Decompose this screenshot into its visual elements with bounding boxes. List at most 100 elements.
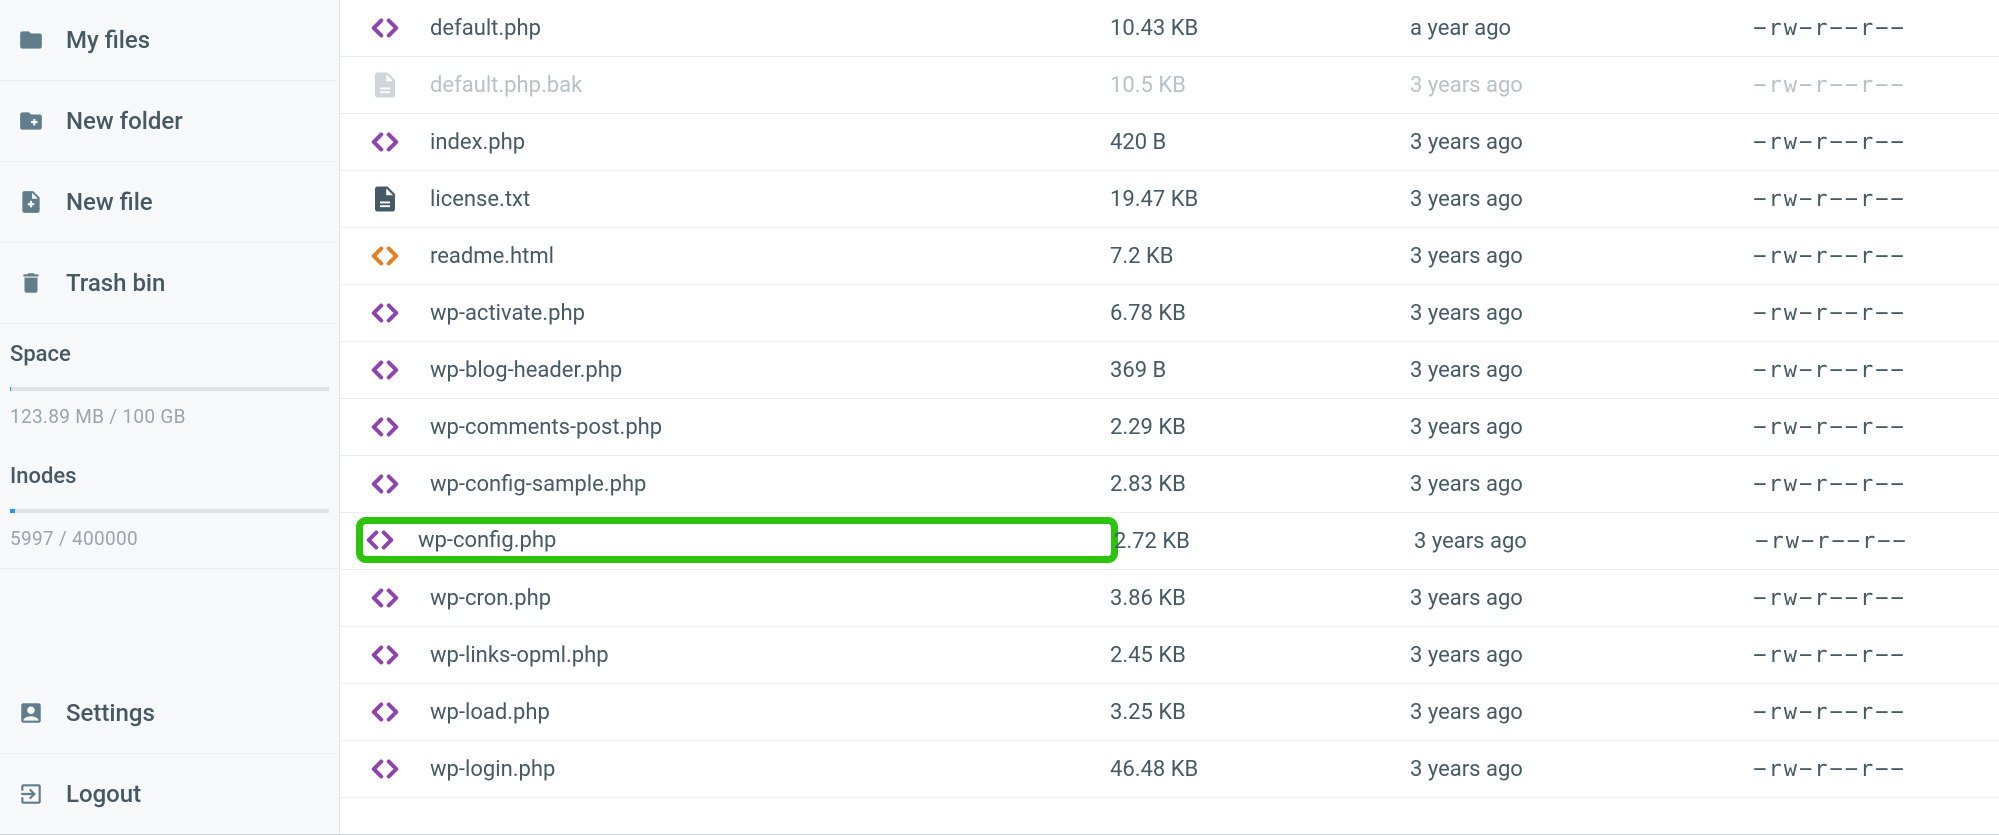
file-row[interactable]: readme.html7.2 KB3 years ago−rw−r−−r−−	[340, 228, 1999, 285]
settings-icon	[18, 700, 44, 726]
file-size: 7.2 KB	[1110, 244, 1410, 269]
file-date: 3 years ago	[1410, 700, 1710, 725]
code-icon	[340, 127, 430, 157]
sidebar-item-label: Trash bin	[66, 269, 165, 297]
sidebar-item-logout[interactable]: Logout	[0, 754, 339, 834]
code-icon	[340, 13, 430, 43]
file-permissions: −rw−r−−r−−	[1710, 301, 1949, 326]
trash-icon	[18, 270, 44, 296]
file-name: wp-comments-post.php	[430, 415, 1110, 440]
file-row[interactable]: license.txt19.47 KB3 years ago−rw−r−−r−−	[340, 171, 1999, 228]
file-row[interactable]: wp-login.php46.48 KB3 years ago−rw−r−−r−…	[340, 741, 1999, 798]
file-row[interactable]: wp-load.php3.25 KB3 years ago−rw−r−−r−−	[340, 684, 1999, 741]
file-icon	[340, 70, 430, 100]
file-permissions: −rw−r−−r−−	[1710, 244, 1949, 269]
file-row[interactable]: index.php420 B3 years ago−rw−r−−r−−	[340, 114, 1999, 171]
file-date: 3 years ago	[1410, 187, 1710, 212]
file-row[interactable]: wp-config-sample.php2.83 KB3 years ago−r…	[340, 456, 1999, 513]
sidebar: My files New folder New file Trash bin S…	[0, 0, 340, 834]
file-row[interactable]: wp-activate.php6.78 KB3 years ago−rw−r−−…	[340, 285, 1999, 342]
space-heading: Space	[0, 324, 339, 373]
file-size: 2.45 KB	[1110, 643, 1410, 668]
new-folder-icon	[18, 108, 44, 134]
sidebar-item-new-folder[interactable]: New folder	[0, 81, 339, 162]
file-row[interactable]: wp-blog-header.php369 B3 years ago−rw−r−…	[340, 342, 1999, 399]
file-name: wp-config.php	[418, 528, 1098, 553]
file-date: 3 years ago	[1410, 643, 1710, 668]
file-permissions: −rw−r−−r−−	[1710, 643, 1949, 668]
file-row[interactable]: default.php10.43 KBa year ago−rw−r−−r−−	[340, 0, 1999, 57]
code-icon	[340, 241, 430, 271]
file-size: 3.25 KB	[1110, 700, 1410, 725]
file-name: default.php.bak	[430, 73, 1110, 98]
code-icon	[340, 583, 430, 613]
file-permissions: −rw−r−−r−−	[1710, 16, 1949, 41]
space-meter	[10, 387, 329, 391]
folder-icon	[18, 27, 44, 53]
space-value: 123.89 MB / 100 GB	[0, 395, 339, 446]
file-date: 3 years ago	[1410, 73, 1710, 98]
file-permissions: −rw−r−−r−−	[1710, 757, 1949, 782]
file-size: 2.72 KB	[1114, 529, 1414, 554]
file-permissions: −rw−r−−r−−	[1710, 586, 1949, 611]
file-row[interactable]: wp-config.php 2.72 KB3 years ago−rw−r−−r−…	[340, 513, 1999, 570]
file-name: wp-login.php	[430, 757, 1110, 782]
sidebar-item-new-file[interactable]: New file	[0, 162, 339, 243]
file-date: 3 years ago	[1410, 244, 1710, 269]
file-name: wp-config-sample.php	[430, 472, 1110, 497]
file-date: a year ago	[1410, 16, 1710, 41]
file-row[interactable]: wp-cron.php3.86 KB3 years ago−rw−r−−r−−	[340, 570, 1999, 627]
file-date: 3 years ago	[1410, 301, 1710, 326]
file-date: 3 years ago	[1410, 130, 1710, 155]
file-name: wp-blog-header.php	[430, 358, 1110, 383]
code-icon	[340, 469, 430, 499]
file-name: wp-activate.php	[430, 301, 1110, 326]
sidebar-item-label: Settings	[66, 699, 155, 727]
sidebar-item-trash-bin[interactable]: Trash bin	[0, 243, 339, 324]
file-date: 3 years ago	[1410, 586, 1710, 611]
app-root: My files New folder New file Trash bin S…	[0, 0, 1999, 835]
file-row[interactable]: default.php.bak10.5 KB3 years ago−rw−r−−…	[340, 57, 1999, 114]
inodes-heading: Inodes	[0, 446, 339, 495]
file-name: default.php	[430, 16, 1110, 41]
file-permissions: −rw−r−−r−−	[1710, 130, 1949, 155]
highlighted-file: wp-config.php	[360, 521, 1114, 559]
sidebar-item-label: My files	[66, 26, 150, 54]
file-size: 19.47 KB	[1110, 187, 1410, 212]
file-size: 10.5 KB	[1110, 73, 1410, 98]
file-name: wp-links-opml.php	[430, 643, 1110, 668]
file-date: 3 years ago	[1410, 757, 1710, 782]
file-permissions: −rw−r−−r−−	[1710, 700, 1949, 725]
code-icon	[340, 697, 430, 727]
file-permissions: −rw−r−−r−−	[1714, 529, 1949, 554]
file-permissions: −rw−r−−r−−	[1710, 415, 1949, 440]
file-name: wp-cron.php	[430, 586, 1110, 611]
code-icon	[340, 355, 430, 385]
new-file-icon	[18, 189, 44, 215]
file-permissions: −rw−r−−r−−	[1710, 187, 1949, 212]
file-name: wp-load.php	[430, 700, 1110, 725]
file-size: 2.29 KB	[1110, 415, 1410, 440]
code-icon	[340, 754, 430, 784]
file-name: readme.html	[430, 244, 1110, 269]
inodes-meter	[10, 509, 329, 513]
sidebar-item-settings[interactable]: Settings	[0, 673, 339, 754]
file-date: 3 years ago	[1414, 529, 1714, 554]
code-icon	[340, 640, 430, 670]
file-permissions: −rw−r−−r−−	[1710, 472, 1949, 497]
file-row[interactable]: wp-comments-post.php2.29 KB3 years ago−r…	[340, 399, 1999, 456]
sidebar-item-label: Logout	[66, 780, 141, 808]
file-name: index.php	[430, 130, 1110, 155]
file-size: 46.48 KB	[1110, 757, 1410, 782]
logout-icon	[18, 781, 44, 807]
file-date: 3 years ago	[1410, 415, 1710, 440]
file-row[interactable]: wp-links-opml.php2.45 KB3 years ago−rw−r…	[340, 627, 1999, 684]
file-date: 3 years ago	[1410, 358, 1710, 383]
sidebar-item-label: New folder	[66, 107, 183, 135]
file-list: default.php10.43 KBa year ago−rw−r−−r−−d…	[340, 0, 1999, 834]
file-date: 3 years ago	[1410, 472, 1710, 497]
sidebar-item-my-files[interactable]: My files	[0, 0, 339, 81]
code-icon	[340, 298, 430, 328]
file-icon	[340, 184, 430, 214]
sidebar-spacer	[0, 568, 339, 673]
